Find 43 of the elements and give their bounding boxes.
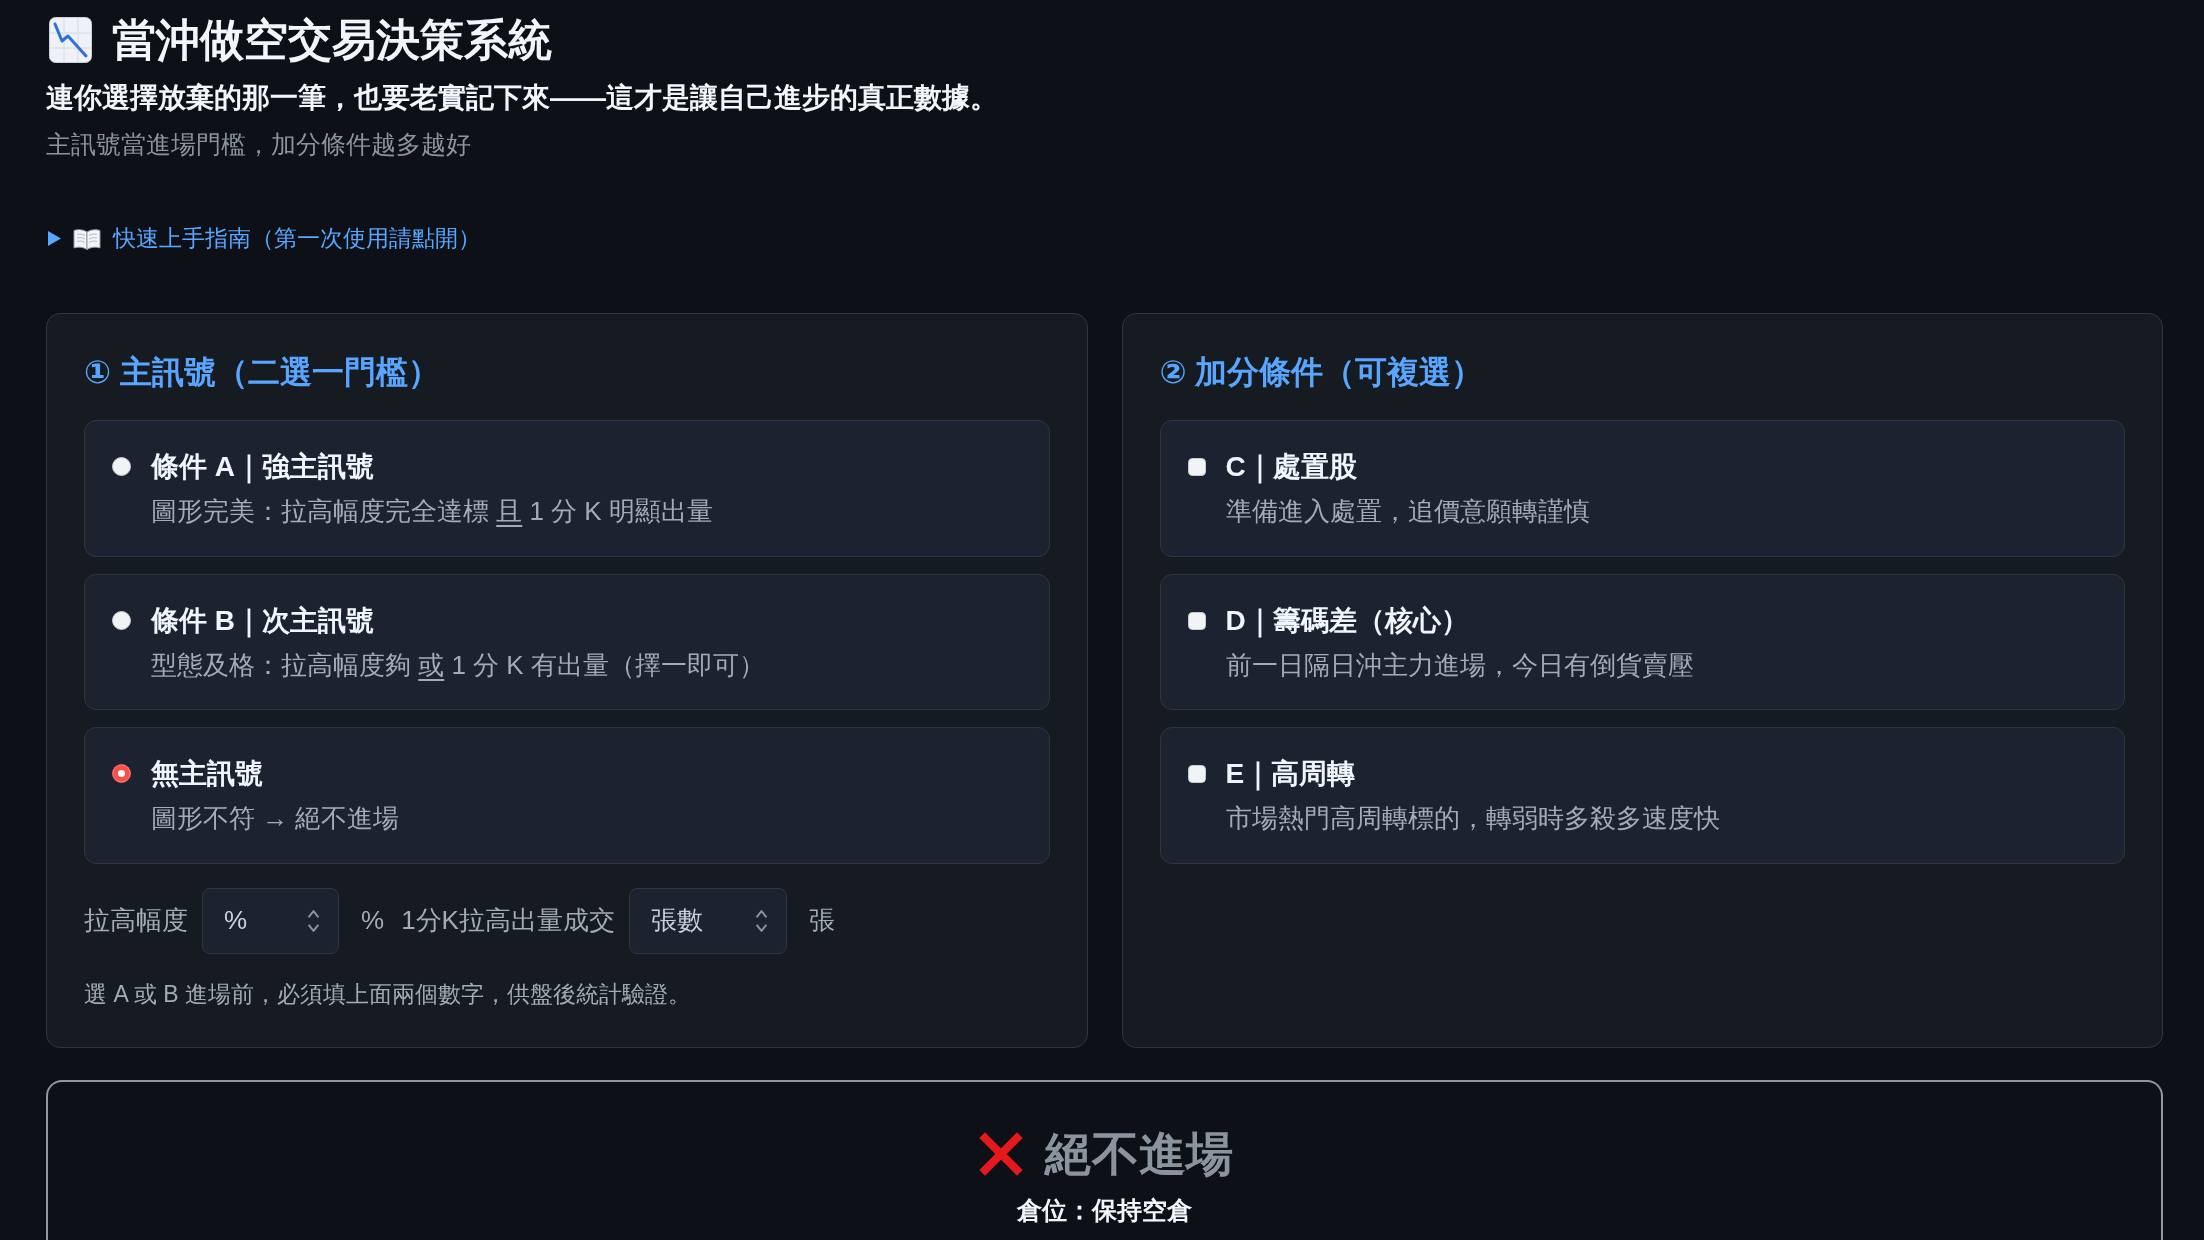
falling-chart-icon (49, 17, 92, 64)
signal-option[interactable]: 條件 B｜次主訊號 型態及格：拉高幅度夠 或 1 分 K 有出量（擇一即可） (84, 573, 1050, 711)
bonus-option[interactable]: C｜處置股 準備進入處置，追價意願轉謹慎 (1159, 419, 2125, 557)
page-title: 當沖做空交易決策系統 (112, 14, 552, 66)
panel-heading: ② 加分條件（可複選） (1159, 353, 1485, 393)
chevron-up-down-icon (755, 909, 767, 932)
checkbox[interactable] (1187, 611, 1206, 630)
tagline-text: 連你選擇放棄的那一筆，也要老實記下來——這才是讓自己進步的真正數據。 (46, 80, 998, 115)
verdict-title: 絕不進場 (1044, 1126, 1233, 1182)
bonus-option[interactable]: D｜籌碼差（核心） 前一日隔日沖主力進場，今日有倒貨賣壓 (1159, 573, 2125, 711)
radio-button[interactable] (112, 456, 131, 476)
chevron-up-down-icon (308, 909, 319, 932)
panel-heading: ① 主訊號（二選一門檻） (84, 353, 441, 393)
option-title: D｜籌碼差（核心） (1225, 603, 1469, 640)
field-label: 拉高幅度 (84, 904, 188, 938)
option-description: 準備進入處置，追價意願轉謹慎 (1225, 495, 1590, 529)
option-title: 條件 A｜強主訊號 (151, 449, 374, 486)
radio-button[interactable] (112, 764, 131, 784)
field-label: 1分K拉高出量成交 (401, 904, 615, 938)
option-description: 前一日隔日沖主力進場，今日有倒貨賣壓 (1225, 648, 1694, 682)
checkbox[interactable] (1187, 765, 1206, 784)
option-title: 無主訊號 (151, 757, 263, 792)
option-description: 型態及格：拉高幅度夠 或 1 分 K 有出量（擇一即可） (151, 648, 765, 682)
number-field[interactable]: % (202, 887, 339, 954)
signal-option[interactable]: 無主訊號 圖形不符 → 絕不進場 (84, 727, 1050, 864)
position-text: 倉位：保持空倉 (1017, 1195, 1192, 1227)
radio-button[interactable] (112, 610, 131, 630)
bonus-option[interactable]: E｜高周轉 市場熱門高周轉標的，轉弱時多殺多速度快 (1159, 727, 2125, 864)
option-description: 圖形完美：拉高幅度完全達標 且 1 分 K 明顯出量 (151, 495, 713, 529)
option-title: E｜高周轉 (1225, 757, 1356, 793)
checkbox[interactable] (1187, 457, 1206, 476)
unit-label: % (361, 904, 385, 938)
option-description: 市場熱門高周轉標的，轉弱時多殺多速度快 (1225, 802, 1720, 836)
unit-label: 張 (808, 904, 835, 938)
book-icon (73, 227, 101, 250)
signal-option[interactable]: 條件 A｜強主訊號 圖形完美：拉高幅度完全達標 且 1 分 K 明顯出量 (84, 419, 1050, 557)
option-title: C｜處置股 (1225, 449, 1357, 486)
option-description: 圖形不符 → 絕不進場 (151, 802, 400, 836)
subtitle-text: 主訊號當進場門檻，加分條件越多越好 (46, 129, 471, 160)
number-field[interactable]: 張數 (628, 887, 787, 954)
guide-toggle[interactable]: 快速上手指南（第一次使用請點開） (46, 222, 485, 256)
option-title: 條件 B｜次主訊號 (151, 603, 374, 640)
note-text: 選 A 或 B 進場前，必須填上面兩個數字，供盤後統計驗證。 (84, 979, 691, 1009)
